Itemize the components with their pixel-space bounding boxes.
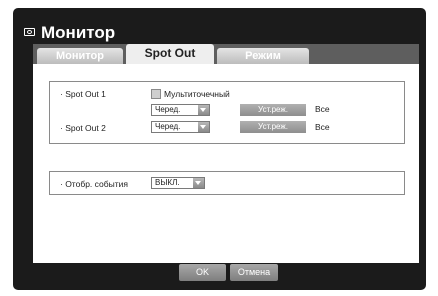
- spot-out-1-label: · Spot Out 1: [60, 89, 106, 99]
- spot-out-2-label: · Spot Out 2: [60, 123, 106, 133]
- spot-out-1-mode-button[interactable]: Уст.реж.: [240, 104, 306, 116]
- event-display-select-value: ВЫКЛ.: [155, 178, 180, 187]
- multipoint-checkbox[interactable]: [151, 89, 161, 99]
- ok-button[interactable]: OK: [179, 264, 226, 281]
- spot-out-1-select[interactable]: Черед.: [151, 104, 210, 116]
- spot-out-1-select-value: Черед.: [155, 105, 181, 114]
- chevron-down-icon: [193, 178, 204, 188]
- chevron-down-icon: [198, 122, 209, 132]
- spot-out-2-select[interactable]: Черед.: [151, 121, 210, 133]
- dialog-title: Монитор: [41, 23, 116, 42]
- monitor-icon: [24, 28, 35, 36]
- tab-spot-out[interactable]: Spot Out: [126, 44, 214, 65]
- chevron-down-icon: [198, 105, 209, 115]
- spot-out-2-mode-button[interactable]: Уст.реж.: [240, 121, 306, 133]
- multipoint-label: Мультиточечный: [164, 89, 230, 99]
- event-display-select[interactable]: ВЫКЛ.: [151, 177, 205, 189]
- spot-out-2-select-value: Черед.: [155, 122, 181, 131]
- spot-out-2-mode-value: Все: [315, 122, 330, 132]
- spot-out-1-mode-value: Все: [315, 104, 330, 114]
- tab-monitor[interactable]: Монитор: [37, 48, 123, 64]
- tab-mode[interactable]: Режим: [217, 48, 309, 64]
- cancel-button[interactable]: Отмена: [230, 264, 278, 281]
- event-display-label: · Отобр. события: [60, 179, 128, 189]
